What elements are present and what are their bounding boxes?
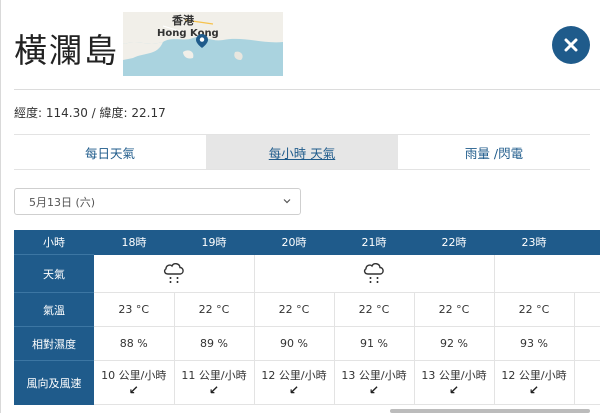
table-row-humidity: 相對濕度 88 % 89 % 90 % 91 % 92 % 93 % (14, 326, 600, 361)
humidity-cell: 93 % (494, 326, 575, 361)
tab-hourly-weather[interactable]: 每小時 天氣 (206, 135, 398, 169)
wind-cell: 12 公里/小時 ↙ (494, 360, 575, 405)
hour-header: 23時 (494, 230, 574, 255)
temp-cell: 22 °C (494, 292, 575, 327)
wind-direction-icon: ↙ (208, 382, 220, 397)
map-pin-icon (196, 34, 208, 48)
hour-header: 22時 (414, 230, 494, 255)
wind-speed: 12 公里/小時 (501, 368, 567, 382)
tab-bar: 每日天氣 每小時 天氣 雨量 /閃電 (14, 134, 590, 170)
close-button[interactable] (552, 26, 590, 64)
wind-speed: 12 公里/小時 (261, 368, 327, 382)
humidity-cell: 91 % (334, 326, 415, 361)
wind-speed: 13 公里/小時 (341, 368, 407, 382)
hour-header: 18時 (94, 230, 174, 255)
humidity-cell: 88 % (94, 326, 175, 361)
hour-header (574, 230, 600, 255)
wind-direction-icon: ↙ (288, 382, 300, 397)
humidity-cell: 92 % (414, 326, 495, 361)
temp-cell: 23 °C (94, 292, 175, 327)
table-header-row: 小時 18時 19時 20時 21時 22時 23時 (14, 230, 600, 255)
date-select[interactable]: 5月13日 (六) (14, 188, 301, 215)
map-label-cn: 香港 (172, 14, 194, 27)
rain-cloud-icon (363, 262, 384, 283)
temp-cell: 22 °C (254, 292, 335, 327)
coordinates-text: 經度: 114.30 / 緯度: 22.17 (14, 106, 166, 120)
temp-cell: 22 °C (174, 292, 255, 327)
humidity-cell: 90 % (254, 326, 335, 361)
row-label-humidity: 相對濕度 (14, 326, 94, 361)
hour-header: 21時 (334, 230, 414, 255)
divider (14, 89, 600, 90)
chevron-down-icon (283, 199, 291, 204)
wind-direction-icon: ↙ (448, 382, 460, 397)
hourly-weather-table: 小時 18時 19時 20時 21時 22時 23時 天氣 氣溫 23 °C 2… (14, 230, 600, 405)
wind-cell: 13 公里/小時 ↙ (414, 360, 495, 405)
temp-cell: 22 °C (334, 292, 415, 327)
hour-header: 19時 (174, 230, 254, 255)
wind-speed: 12 (575, 376, 600, 390)
wind-cell: 11 公里/小時 ↙ (174, 360, 255, 405)
map-label-en: Hong Kong (157, 28, 219, 39)
left-edge (0, 0, 1, 413)
row-label-wind: 風向及風速 (14, 360, 94, 405)
rain-cloud-icon (163, 262, 184, 283)
table-row-temp: 氣溫 23 °C 22 °C 22 °C 22 °C 22 °C 22 °C (14, 292, 600, 327)
hour-header-label: 小時 (14, 230, 94, 255)
hour-header: 20時 (254, 230, 334, 255)
table-row-weather: 天氣 (14, 254, 600, 293)
wind-cell: 12 (574, 360, 600, 405)
table-row-wind: 風向及風速 10 公里/小時 ↙ 11 公里/小時 ↙ 12 公里/小時 ↙ 13 公… (14, 360, 600, 405)
humidity-cell (574, 326, 600, 361)
temp-cell: 22 °C (414, 292, 495, 327)
humidity-cell: 89 % (174, 326, 255, 361)
row-label-temp: 氣溫 (14, 292, 94, 327)
date-select-value: 5月13日 (六) (29, 195, 96, 209)
wind-speed: 10 公里/小時 (101, 368, 167, 382)
location-map[interactable]: 香港 Hong Kong (123, 12, 283, 76)
weather-cell (94, 254, 255, 293)
row-label-weather: 天氣 (14, 254, 94, 293)
wind-speed: 11 公里/小時 (181, 368, 247, 382)
page: 橫瀾島 香港 Hong Kong 經度: 114.30 / 緯度: 22.17 … (0, 0, 600, 413)
wind-cell: 13 公里/小時 ↙ (334, 360, 415, 405)
horizontal-scrollbar[interactable] (390, 409, 590, 413)
page-title: 橫瀾島 (14, 31, 119, 70)
weather-cell (494, 254, 600, 293)
wind-direction-icon: ↙ (368, 382, 380, 397)
temp-cell (574, 292, 600, 327)
tab-daily-weather[interactable]: 每日天氣 (14, 135, 206, 169)
wind-direction-icon: ↙ (128, 382, 139, 397)
tab-rainfall-lightning[interactable]: 雨量 /閃電 (398, 135, 590, 169)
wind-cell: 10 公里/小時 ↙ (94, 360, 175, 405)
weather-cell (254, 254, 495, 293)
wind-direction-icon: ↙ (528, 382, 540, 397)
wind-cell: 12 公里/小時 ↙ (254, 360, 335, 405)
close-icon (564, 38, 578, 52)
wind-speed: 13 公里/小時 (421, 368, 487, 382)
